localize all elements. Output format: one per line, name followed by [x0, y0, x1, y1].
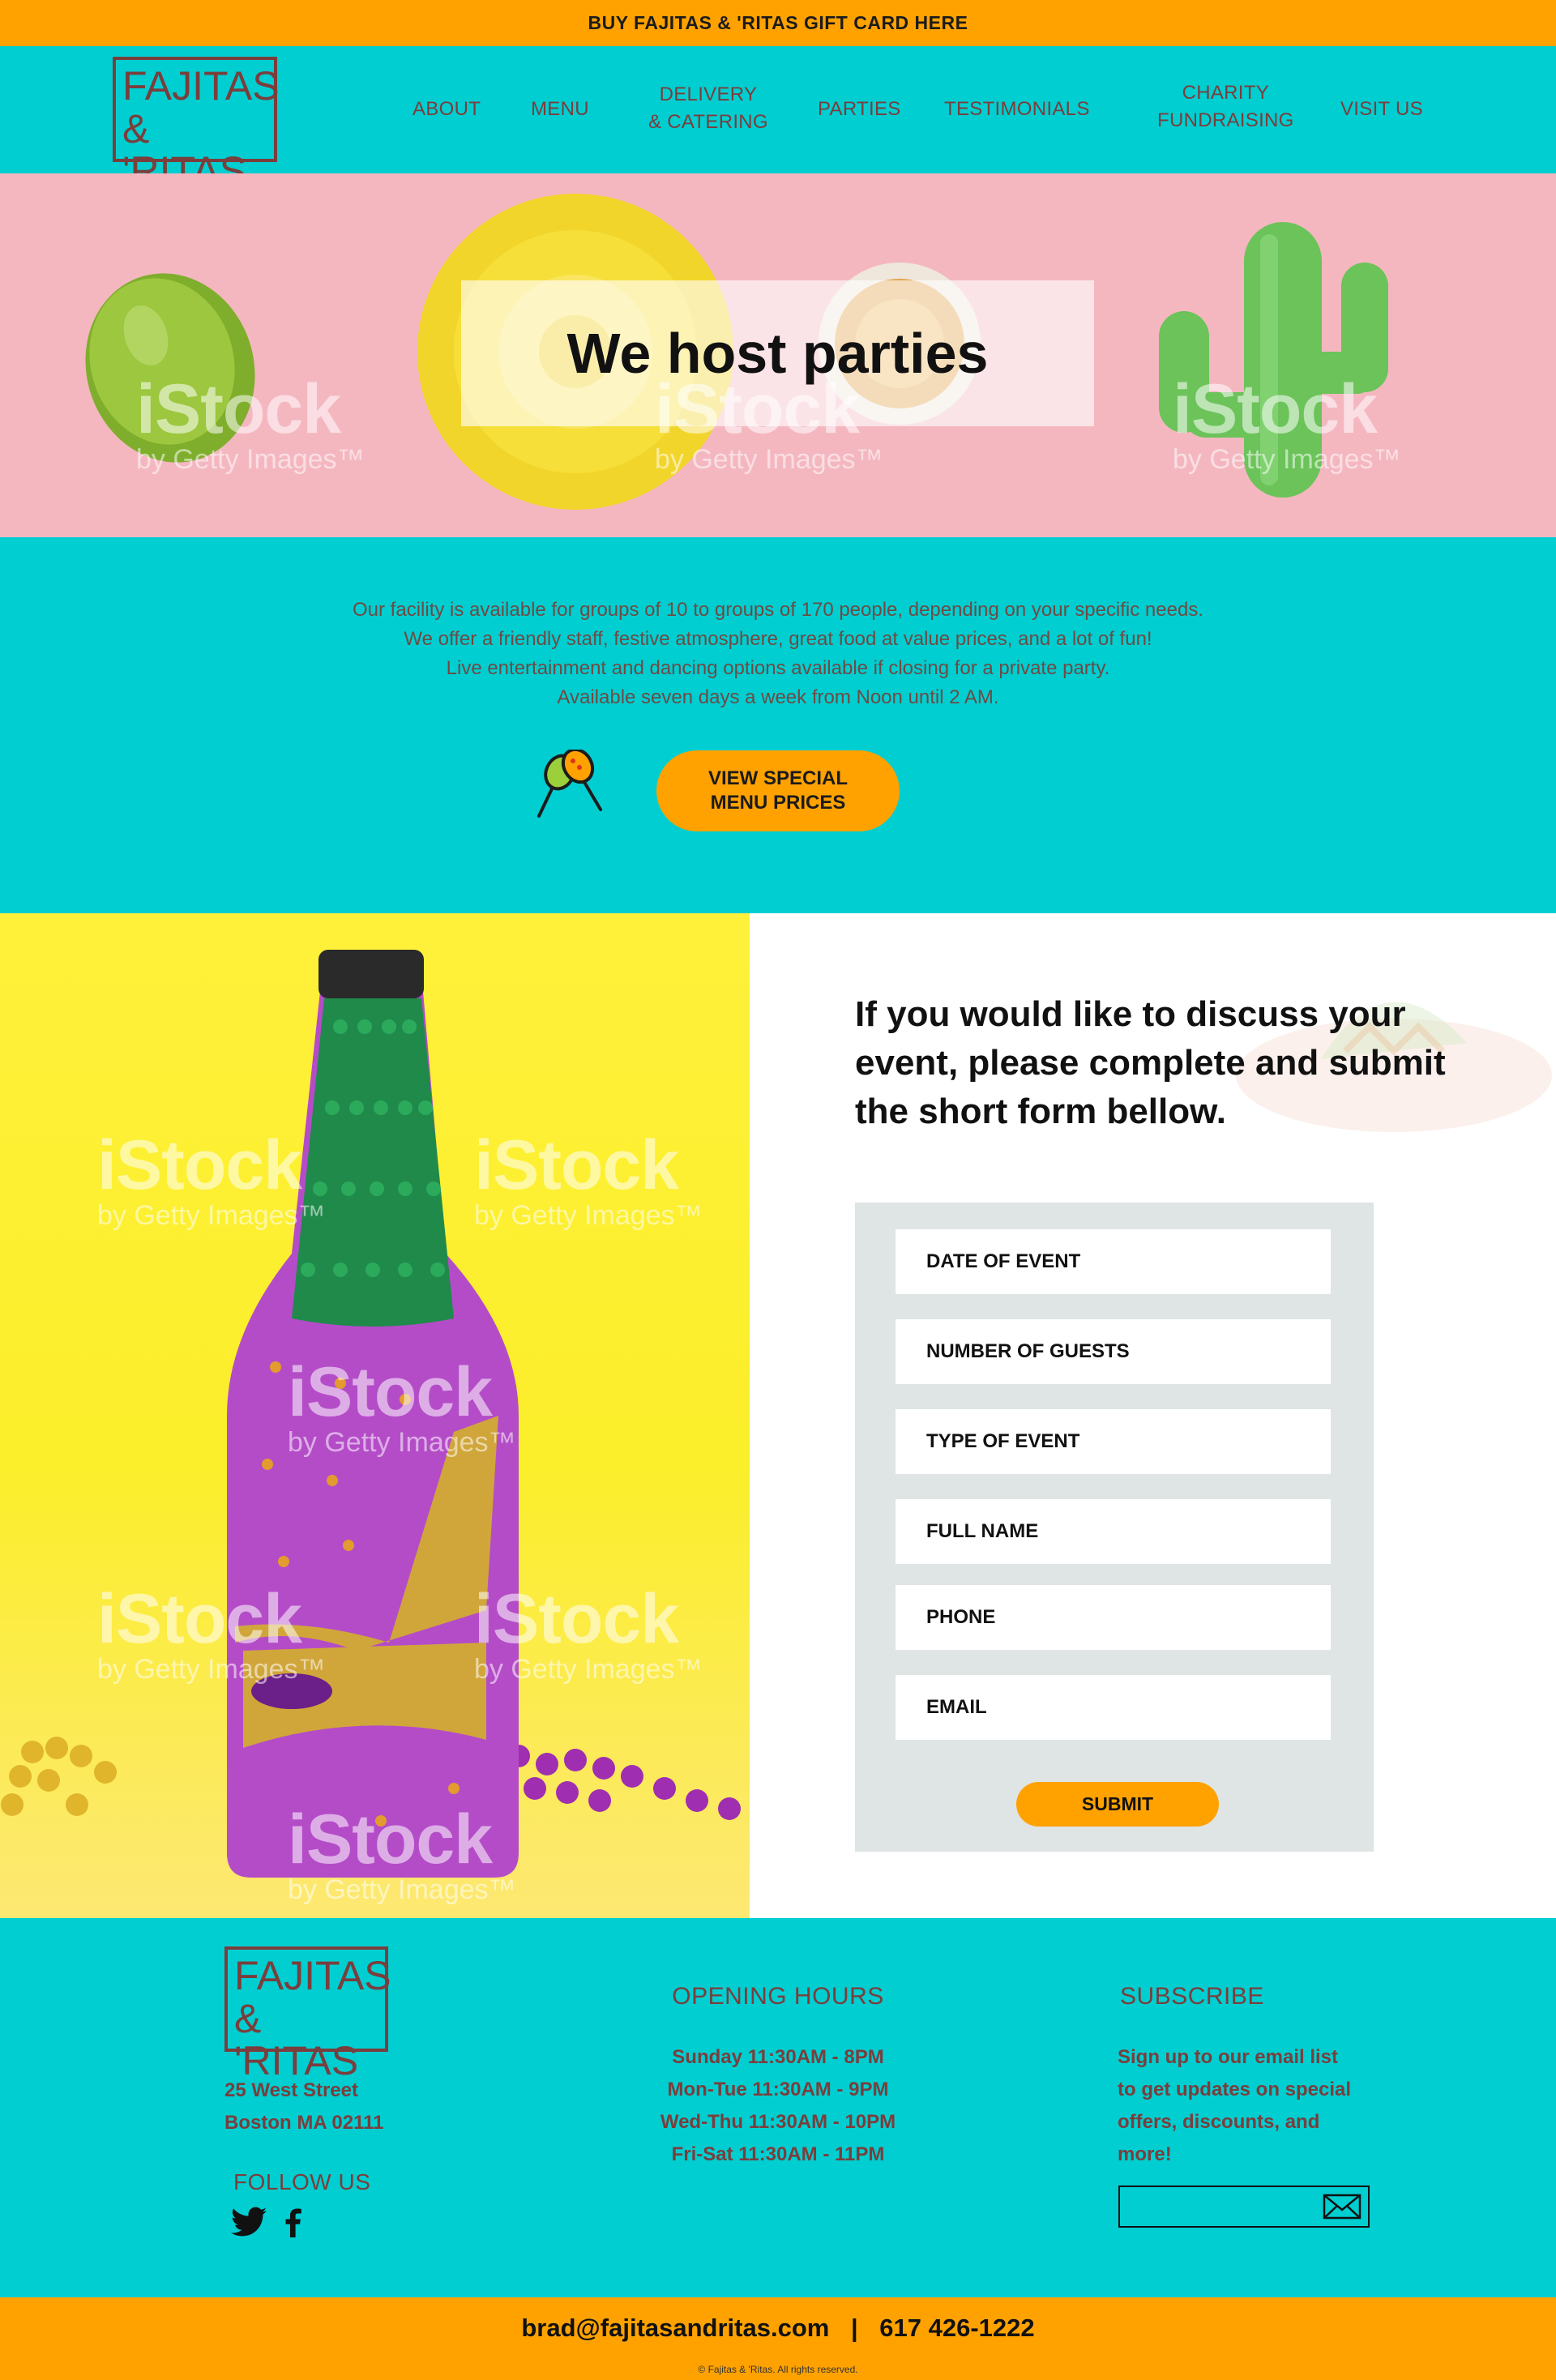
- party-bottle-photo: iStock by Getty Images™ iStock by Getty Im…: [0, 913, 750, 1918]
- nav-parties[interactable]: PARTIES: [818, 95, 901, 124]
- intro-line-1: Our facility is available for groups of …: [353, 599, 1203, 621]
- site-header: FAJITAS & 'RITAS ABOUT MENU DELIVERY & C…: [0, 46, 1556, 192]
- site-footer: FAJITAS & 'RITAS 25 West Street Boston M…: [0, 1918, 1556, 2297]
- intro-section: Our facility is available for groups of …: [0, 537, 1556, 913]
- nav-testimonials[interactable]: TESTIMONIALS: [944, 95, 1090, 124]
- form-heading: If you would like to discuss your event,…: [855, 994, 1446, 1131]
- bottle-illustration: [1, 950, 741, 1878]
- contact-email-link[interactable]: brad@fajitasandritas.com: [521, 2314, 829, 2342]
- gift-card-banner: BUY FAJITAS & 'RITAS GIFT CARD HERE: [0, 0, 1556, 46]
- header-logo[interactable]: FAJITAS & 'RITAS: [113, 57, 280, 192]
- contact-phone-link[interactable]: 617 426-1222: [879, 2314, 1034, 2342]
- contact-separator: |: [850, 2314, 858, 2342]
- intro-text: Our facility is available for groups of …: [211, 596, 1345, 712]
- event-inquiry-form: SUBMIT: [855, 1203, 1374, 1852]
- cta-label: VIEW SPECIAL MENU PRICES: [707, 767, 849, 814]
- view-special-menu-prices-button[interactable]: VIEW SPECIAL MENU PRICES: [656, 750, 900, 831]
- copyright-text: © Fajitas & 'Ritas. All rights reserved.: [698, 2364, 858, 2375]
- maracas-icon: [537, 750, 602, 818]
- number-of-guests-field[interactable]: [896, 1319, 1331, 1384]
- subscribe-heading: SUBSCRIBE: [1120, 1983, 1264, 2010]
- nav-menu[interactable]: MENU: [531, 95, 589, 124]
- event-inquiry-section: iStock by Getty Images™ iStock by Getty Im…: [0, 913, 1556, 1918]
- subscribe-line-1: Sign up to our email list: [1118, 2046, 1339, 2068]
- type-of-event-field[interactable]: [896, 1409, 1331, 1474]
- envelope-icon[interactable]: [1323, 2194, 1362, 2224]
- intro-line-3: Live entertainment and dancing options a…: [446, 657, 1110, 679]
- intro-line-4: Available seven days a week from Noon un…: [557, 686, 999, 708]
- nav-delivery-line-2: & CATERING: [648, 111, 768, 133]
- subscribe-email-input[interactable]: [1120, 2187, 1323, 2226]
- date-of-event-field[interactable]: [896, 1229, 1331, 1294]
- subscribe-text: Sign up to our email list to get updates…: [1118, 2041, 1351, 2171]
- nav-charity-fundraising[interactable]: CHARITY FUNDRAISING: [1157, 79, 1294, 135]
- nav-delivery-catering[interactable]: DELIVERY & CATERING: [648, 80, 768, 137]
- nav-delivery-line-1: DELIVERY: [659, 83, 758, 105]
- subscribe-line-4: more!: [1118, 2143, 1172, 2165]
- opening-hours-heading: OPENING HOURS: [672, 1983, 884, 2010]
- gift-card-link[interactable]: BUY FAJITAS & 'RITAS GIFT CARD HERE: [588, 12, 968, 34]
- nav-visit-us[interactable]: VISIT US: [1340, 95, 1423, 124]
- facebook-icon[interactable]: [284, 2208, 301, 2241]
- subscribe-line-3: offers, discounts, and: [1118, 2111, 1320, 2133]
- full-name-field[interactable]: [896, 1499, 1331, 1564]
- hero-banner: iStockby Getty Images™ iStockby Getty Im…: [0, 173, 1556, 537]
- logo-line-1: FAJITAS: [122, 63, 280, 109]
- twitter-icon[interactable]: [231, 2207, 267, 2241]
- phone-field[interactable]: [896, 1585, 1331, 1650]
- hero-title: We host parties: [566, 322, 989, 385]
- intro-line-2: We offer a friendly staff, festive atmos…: [404, 628, 1152, 650]
- nav-about[interactable]: ABOUT: [413, 95, 481, 124]
- contact-line: brad@fajitasandritas.com | 617 426-1222: [0, 2314, 1556, 2343]
- subscribe-email-box: [1118, 2186, 1370, 2228]
- email-field[interactable]: [896, 1675, 1331, 1740]
- submit-button[interactable]: SUBMIT: [1016, 1782, 1219, 1827]
- contact-bar: brad@fajitasandritas.com | 617 426-1222 …: [0, 2297, 1556, 2380]
- hero-title-panel: We host parties: [461, 280, 1094, 426]
- subscribe-line-2: to get updates on special: [1118, 2079, 1352, 2100]
- follow-us-heading: FOLLOW US: [233, 2169, 371, 2194]
- nav-charity-line-1: CHARITY: [1182, 82, 1270, 104]
- nav-charity-line-2: FUNDRAISING: [1157, 109, 1294, 131]
